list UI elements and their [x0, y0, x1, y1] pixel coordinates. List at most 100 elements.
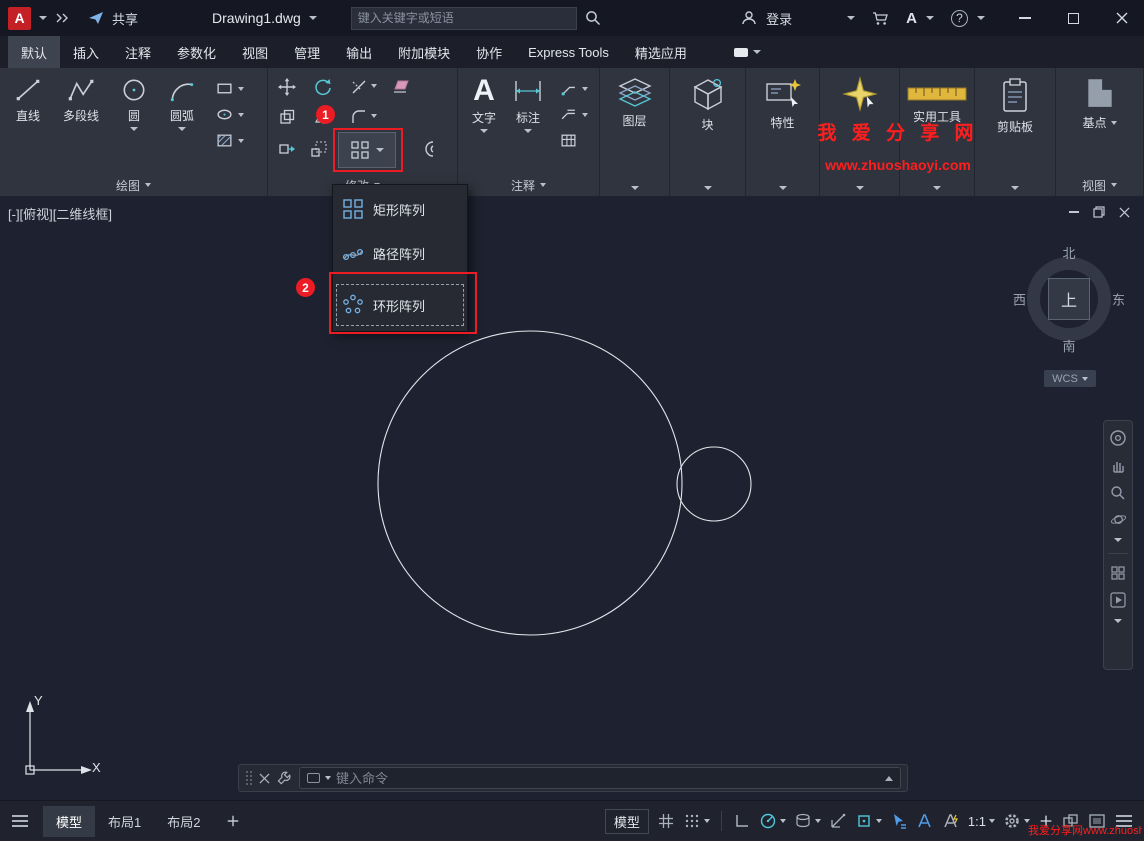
- navbar-more-caret-icon[interactable]: [1114, 538, 1122, 542]
- navigation-wheel-icon[interactable]: [1109, 429, 1127, 447]
- stretch-icon[interactable]: [278, 140, 296, 158]
- panel-clipboard[interactable]: 剪贴板: [975, 68, 1056, 196]
- viewcube-north[interactable]: 北: [1062, 243, 1075, 262]
- trim-icon[interactable]: [350, 78, 368, 96]
- selection-cycling-icon[interactable]: [890, 812, 908, 830]
- workspace-switching[interactable]: [1003, 812, 1030, 830]
- cart-icon[interactable]: [872, 11, 889, 26]
- minimize-button[interactable]: [1019, 17, 1031, 19]
- login-label[interactable]: 登录: [766, 9, 792, 28]
- move-icon[interactable]: [278, 78, 296, 96]
- dimension-caret-icon[interactable]: [524, 129, 532, 133]
- snap-toggle[interactable]: [683, 812, 710, 830]
- multileader-tool[interactable]: [560, 106, 588, 123]
- share-label[interactable]: 共享: [112, 9, 138, 28]
- scale-caret-icon[interactable]: [989, 819, 995, 823]
- annotation-visibility-icon[interactable]: [916, 812, 934, 830]
- isodraft-toggle[interactable]: [794, 812, 821, 830]
- clean-screen-icon[interactable]: [1088, 813, 1106, 829]
- scale-icon[interactable]: [310, 140, 328, 158]
- ribbon-tab-参数化[interactable]: 参数化: [164, 36, 229, 68]
- viewport-controls[interactable]: [-][俯视][二维线框]: [8, 204, 112, 223]
- panel-block[interactable]: 块: [670, 68, 746, 196]
- multileader-caret-icon[interactable]: [582, 113, 588, 117]
- trim-caret-icon[interactable]: [371, 84, 377, 88]
- offset-icon[interactable]: [420, 140, 438, 158]
- panel-properties[interactable]: 特性: [746, 68, 820, 196]
- user-icon[interactable]: [741, 10, 757, 26]
- viewport-minimize-icon[interactable]: [1069, 211, 1079, 213]
- rectangle-tool[interactable]: [216, 80, 244, 97]
- ribbon-tab-视图[interactable]: 视图: [229, 36, 281, 68]
- circle-caret-icon[interactable]: [130, 127, 138, 131]
- autodesk-app-icon[interactable]: A: [906, 10, 917, 27]
- login-caret-icon[interactable]: [847, 16, 855, 20]
- layout-tab-布局1[interactable]: 布局1: [95, 806, 154, 837]
- utilities-panel-caret-icon[interactable]: [933, 186, 941, 190]
- command-input-wrap[interactable]: [299, 767, 901, 789]
- command-wrench-icon[interactable]: [277, 771, 292, 786]
- panel-layers[interactable]: 图层: [600, 68, 670, 196]
- help-caret-icon[interactable]: [977, 16, 985, 20]
- pan-hand-icon[interactable]: [1110, 458, 1126, 474]
- help-icon[interactable]: ?: [951, 10, 968, 27]
- command-prompt-icon[interactable]: [307, 773, 320, 783]
- panel-utilities[interactable]: 实用工具: [900, 68, 975, 196]
- ribbon-tab-Express Tools[interactable]: Express Tools: [515, 36, 622, 68]
- viewcube-east[interactable]: 东: [1112, 290, 1125, 309]
- customization-icon[interactable]: [1114, 813, 1134, 829]
- ribbon-tab-管理[interactable]: 管理: [281, 36, 333, 68]
- polar-caret-icon[interactable]: [780, 819, 786, 823]
- wcs-badge[interactable]: WCS: [1044, 370, 1096, 387]
- arc-caret-icon[interactable]: [178, 127, 186, 131]
- group-panel-caret-icon[interactable]: [856, 186, 864, 190]
- rectangle-caret-icon[interactable]: [238, 87, 244, 91]
- ribbon-tab-默认[interactable]: 默认: [8, 36, 60, 68]
- ribbon-tab-精选应用[interactable]: 精选应用: [622, 36, 700, 68]
- viewport-close-icon[interactable]: [1119, 207, 1130, 218]
- table-tool[interactable]: [560, 132, 588, 149]
- autoscale-icon[interactable]: [942, 812, 960, 830]
- polar-tracking-toggle[interactable]: [759, 812, 786, 830]
- hatch-caret-icon[interactable]: [238, 139, 244, 143]
- ellipse-tool[interactable]: [216, 106, 244, 123]
- ribbon-display-toggle[interactable]: [734, 36, 761, 68]
- ribbon-tab-插入[interactable]: 插入: [60, 36, 112, 68]
- ortho-toggle-icon[interactable]: [733, 812, 751, 830]
- ribbon-tab-注释[interactable]: 注释: [112, 36, 164, 68]
- snap-caret-icon[interactable]: [704, 819, 710, 823]
- document-caret-icon[interactable]: [309, 16, 317, 20]
- viewcube[interactable]: 上 北 南 西 东: [1014, 244, 1124, 354]
- orbit-icon[interactable]: [1110, 512, 1127, 527]
- new-layout-button[interactable]: [226, 814, 240, 828]
- fillet-caret-icon[interactable]: [371, 114, 377, 118]
- base-icon[interactable]: [1084, 76, 1116, 110]
- menu-item-path-array[interactable]: 路径阵列: [333, 231, 467, 275]
- command-drag-handle-icon[interactable]: [245, 770, 252, 786]
- search-input[interactable]: [358, 11, 570, 25]
- leader-caret-icon[interactable]: [582, 87, 588, 91]
- menu-item-rect-array[interactable]: 矩形阵列: [333, 187, 467, 231]
- command-input[interactable]: [336, 771, 880, 786]
- layout-tab-布局2[interactable]: 布局2: [154, 806, 213, 837]
- viewcube-top-face[interactable]: 上: [1048, 278, 1090, 320]
- isolate-objects-icon[interactable]: [1062, 813, 1080, 829]
- fillet-icon[interactable]: [350, 108, 368, 126]
- navbar-cube-icon[interactable]: [1110, 565, 1126, 581]
- layers-panel-caret-icon[interactable]: [631, 186, 639, 190]
- clipboard-panel-caret-icon[interactable]: [1011, 186, 1019, 190]
- ribbon-tab-协作[interactable]: 协作: [463, 36, 515, 68]
- text-caret-icon[interactable]: [480, 129, 488, 133]
- maximize-button[interactable]: [1068, 13, 1079, 24]
- grid-toggle-icon[interactable]: [657, 812, 675, 830]
- zoom-icon[interactable]: [1110, 485, 1126, 501]
- search-icon[interactable]: [585, 10, 601, 26]
- panel-group[interactable]: [820, 68, 900, 196]
- properties-panel-caret-icon[interactable]: [779, 186, 787, 190]
- search-box[interactable]: [351, 7, 577, 30]
- erase-icon[interactable]: [392, 78, 410, 96]
- rotate-icon[interactable]: [314, 78, 332, 96]
- copy-icon[interactable]: [278, 108, 296, 126]
- ellipse-caret-icon[interactable]: [238, 113, 244, 117]
- panel-label-annotate[interactable]: 注释: [458, 177, 599, 193]
